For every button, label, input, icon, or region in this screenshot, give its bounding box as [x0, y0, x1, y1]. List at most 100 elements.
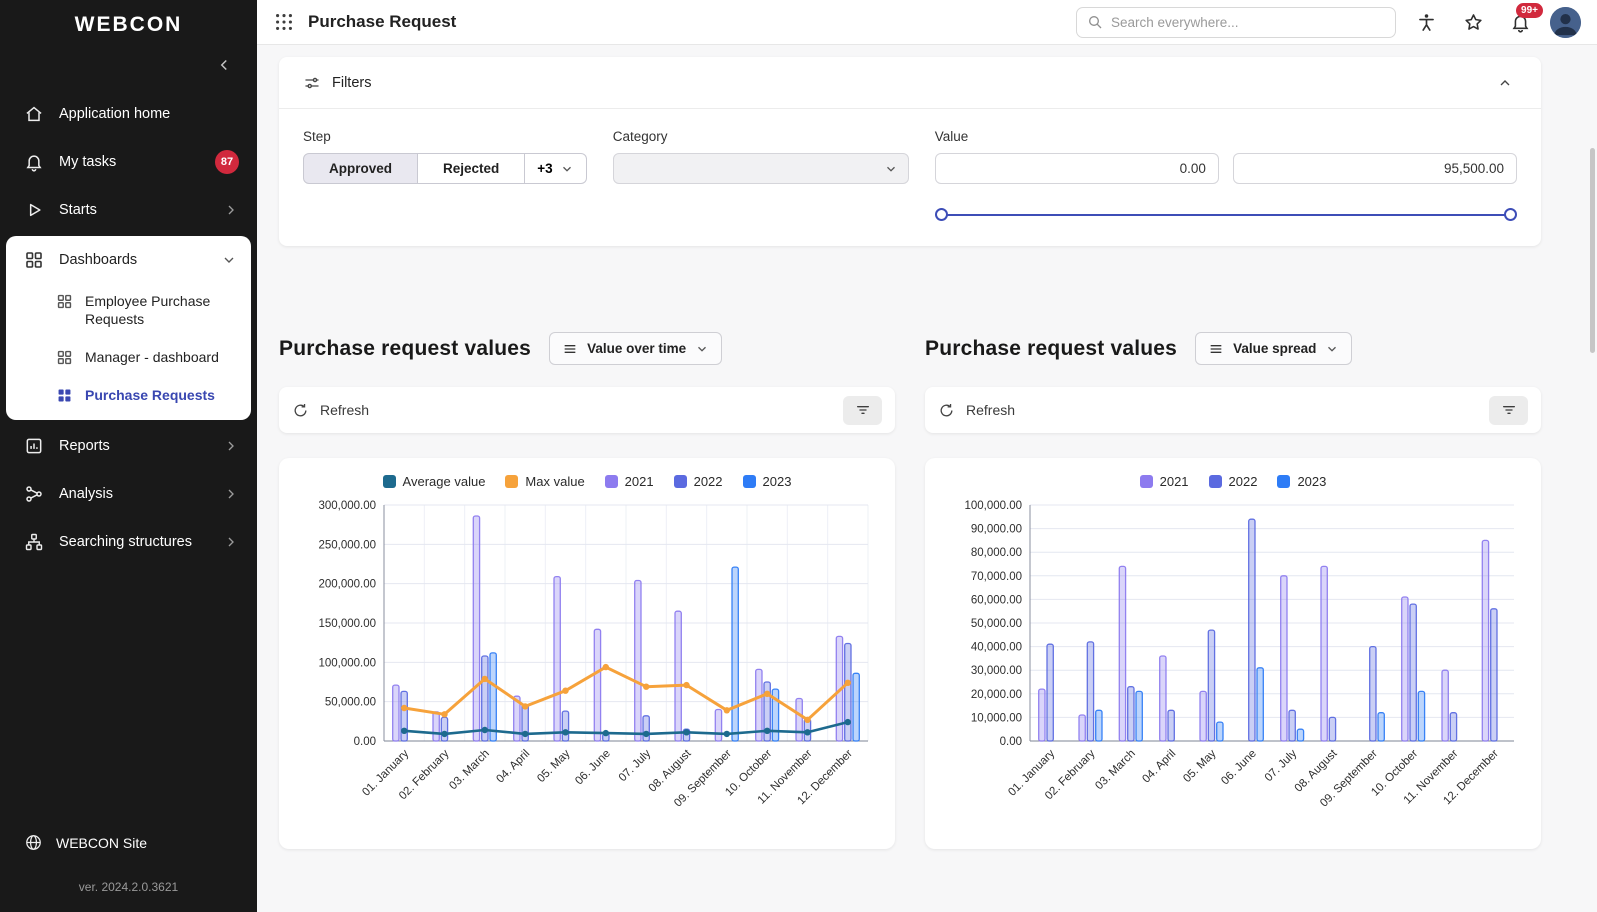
grid-filled-icon [56, 387, 73, 404]
sidebar-item-label: Reports [59, 438, 208, 454]
divider [279, 108, 1541, 109]
chart-section-value-spread: Purchase request values Value spread Ref… [925, 332, 1541, 849]
svg-text:05. May: 05. May [535, 747, 573, 785]
legend-item[interactable]: Average value [383, 474, 486, 489]
value-range-slider[interactable] [935, 207, 1517, 222]
legend-item[interactable]: 2021 [1140, 474, 1189, 489]
search-icon [1087, 14, 1103, 30]
search-input[interactable] [1111, 15, 1385, 30]
refresh-icon [292, 402, 309, 419]
legend-item[interactable]: 2023 [743, 474, 792, 489]
sidebar-item-purchase-requests[interactable]: Purchase Requests [6, 376, 251, 414]
step-label: Step [303, 129, 587, 144]
globe-icon [24, 833, 43, 852]
sidebar-footer: WEBCON Site ver. 2024.2.0.3621 [0, 821, 257, 912]
legend-item[interactable]: 2022 [1209, 474, 1258, 489]
structure-icon [24, 532, 44, 552]
main-area: Purchase Request 99+ [257, 0, 1597, 912]
sidebar-item-label: Manager - dashboard [85, 348, 239, 366]
svg-text:90,000.00: 90,000.00 [971, 524, 1022, 536]
sidebar-item-label: My tasks [59, 154, 200, 170]
refresh-button[interactable]: Refresh [292, 402, 369, 419]
chart-svg: 0.0010,000.0020,000.0030,000.0040,000.00… [940, 497, 1526, 837]
chevron-right-icon [223, 486, 239, 502]
filter-lines-icon [1501, 402, 1517, 418]
legend-item[interactable]: 2021 [605, 474, 654, 489]
version-text: ver. 2024.2.0.3621 [0, 864, 257, 904]
category-label: Category [613, 129, 909, 144]
filters-collapse-button[interactable] [1493, 71, 1517, 95]
chart-view-dropdown[interactable]: Value spread [1195, 332, 1352, 365]
filters-title: Filters [332, 75, 371, 91]
chevron-down-icon [221, 252, 237, 268]
logo-row: WEBCON [0, 2, 257, 48]
charts-row: Purchase request values Value over time … [279, 332, 1541, 849]
webcon-site-link[interactable]: WEBCON Site [0, 821, 257, 864]
filter-value: Value [935, 129, 1517, 222]
sidebar-item-dashboards[interactable]: Dashboards [6, 238, 251, 282]
filter-category: Category [613, 129, 909, 222]
slider-handle-min[interactable] [935, 208, 948, 221]
value-max-input[interactable] [1233, 153, 1517, 184]
play-icon [24, 200, 44, 220]
sidebar-item-label: Starts [59, 202, 208, 218]
svg-text:30,000.00: 30,000.00 [971, 665, 1022, 677]
list-icon [562, 341, 578, 357]
notifications-button[interactable]: 99+ [1503, 7, 1537, 37]
legend-item[interactable]: 2023 [1277, 474, 1326, 489]
sidebar-item-label: Application home [59, 106, 170, 122]
step-more-dropdown[interactable]: +3 [525, 153, 586, 184]
step-option-approved[interactable]: Approved [303, 153, 418, 184]
dashboards-group: Dashboards Employee Purchase Requests Ma… [6, 236, 251, 420]
sidebar-item-reports[interactable]: Reports [0, 422, 257, 470]
app-launcher-icon[interactable] [273, 11, 295, 33]
list-icon [1208, 341, 1224, 357]
scrollbar[interactable] [1590, 148, 1595, 353]
filter-sliders-icon [303, 74, 321, 92]
svg-text:07. July: 07. July [617, 747, 654, 784]
favorites-button[interactable] [1456, 7, 1490, 37]
step-segmented-control: Approved Rejected +3 [303, 153, 587, 184]
user-avatar[interactable] [1550, 7, 1581, 38]
legend-item[interactable]: Max value [505, 474, 584, 489]
sidebar-item-application-home[interactable]: Application home [0, 90, 257, 138]
svg-text:150,000.00: 150,000.00 [318, 618, 376, 630]
section-title: Purchase request values [279, 337, 531, 361]
global-search[interactable] [1076, 7, 1396, 38]
svg-text:06. June: 06. June [1219, 748, 1259, 788]
svg-text:100,000.00: 100,000.00 [318, 657, 376, 669]
slider-handle-max[interactable] [1504, 208, 1517, 221]
chevron-left-icon [215, 56, 233, 74]
legend-item[interactable]: 2022 [674, 474, 723, 489]
sidebar-collapse-button[interactable] [211, 52, 237, 78]
section-title: Purchase request values [925, 337, 1177, 361]
legend-swatch [743, 475, 756, 488]
sidebar-item-analysis[interactable]: Analysis [0, 470, 257, 518]
accessibility-button[interactable] [1409, 7, 1443, 37]
sidebar-item-my-tasks[interactable]: My tasks 87 [0, 138, 257, 186]
legend-swatch [1209, 475, 1222, 488]
svg-text:50,000.00: 50,000.00 [325, 697, 376, 709]
chevron-down-icon [695, 342, 709, 356]
refresh-button[interactable]: Refresh [938, 402, 1015, 419]
svg-text:10,000.00: 10,000.00 [971, 712, 1022, 724]
chart-legend: 2021 2022 2023 [933, 474, 1533, 489]
legend-swatch [1140, 475, 1153, 488]
sidebar-item-employee-purchase-requests[interactable]: Employee Purchase Requests [6, 282, 251, 338]
svg-text:300,000.00: 300,000.00 [318, 500, 376, 512]
legend-swatch [505, 475, 518, 488]
site-label: WEBCON Site [56, 835, 147, 851]
chevron-right-icon [223, 202, 239, 218]
sidebar-item-starts[interactable]: Starts [0, 186, 257, 234]
value-min-input[interactable] [935, 153, 1219, 184]
sidebar-item-manager-dashboard[interactable]: Manager - dashboard [6, 338, 251, 376]
step-option-rejected[interactable]: Rejected [418, 153, 525, 184]
svg-text:40,000.00: 40,000.00 [971, 642, 1022, 654]
sidebar-item-searching-structures[interactable]: Searching structures [0, 518, 257, 566]
svg-text:03. March: 03. March [447, 748, 492, 793]
chart-filter-button[interactable] [1489, 396, 1528, 425]
chart-view-dropdown[interactable]: Value over time [549, 332, 722, 365]
chart-filter-button[interactable] [843, 396, 882, 425]
category-select[interactable] [613, 153, 909, 184]
chart-legend: Average value Max value 2021 2022 2023 [287, 474, 887, 489]
